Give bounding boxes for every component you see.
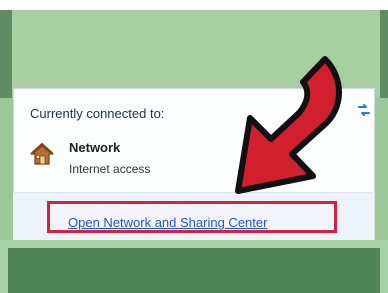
screenshot-canvas: Currently connected to: Network Internet… <box>0 0 388 293</box>
red-arrow <box>235 56 342 194</box>
